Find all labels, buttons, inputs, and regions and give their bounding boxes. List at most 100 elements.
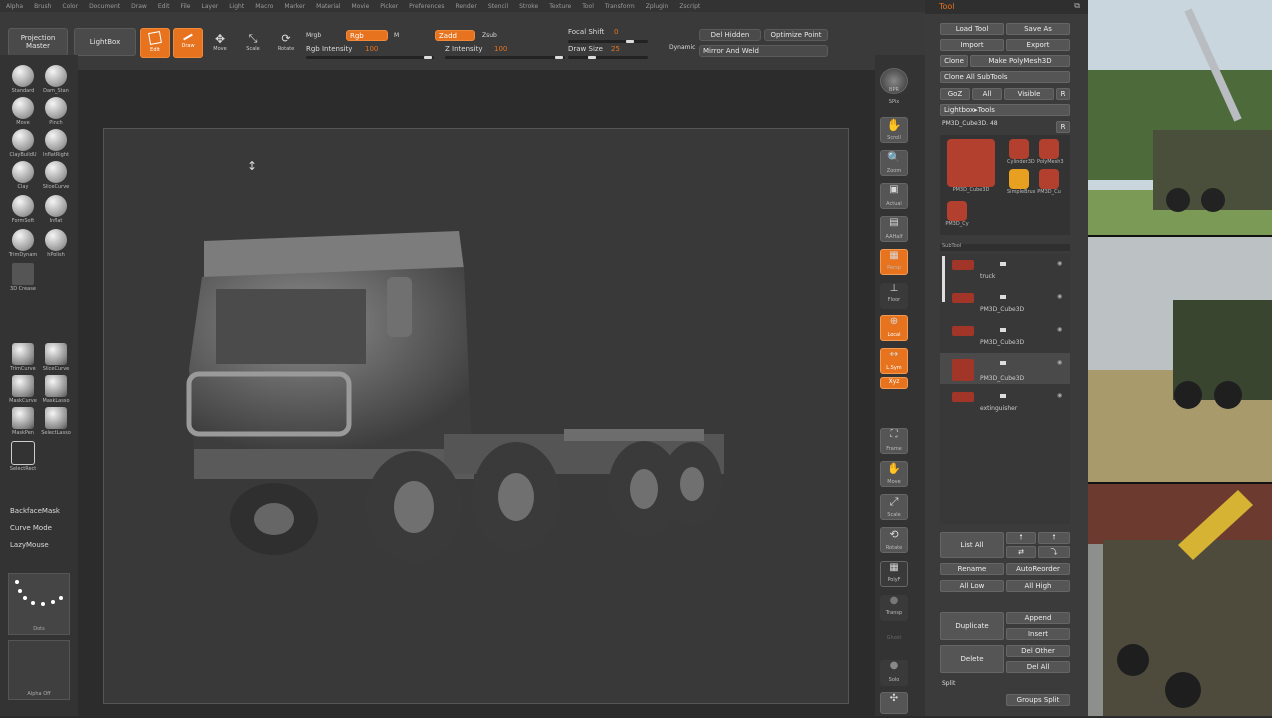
tool-thumbnail-1[interactable]: Cylinder3D bbox=[1007, 139, 1035, 171]
tool-selectlasso[interactable]: SelectLasso bbox=[41, 407, 71, 436]
lazymouse-toggle[interactable]: LazyMouse bbox=[10, 541, 49, 549]
rotate-button[interactable]: ⟳ Rotate bbox=[273, 32, 299, 58]
brush-inflat[interactable]: Inflat bbox=[41, 195, 71, 224]
tool-selectrect[interactable]: SelectRect bbox=[8, 441, 38, 472]
subtool-row[interactable]: ◉ PM3D_Cube3D bbox=[940, 353, 1070, 384]
brush-claybuildu[interactable]: ClayBuildU bbox=[8, 129, 38, 158]
tool-maskpen[interactable]: MaskPen bbox=[8, 407, 38, 436]
goz-visible-button[interactable]: Visible bbox=[1004, 88, 1054, 100]
projection-master-button[interactable]: Projection Master bbox=[8, 28, 68, 56]
menu-item-preferences[interactable]: Preferences bbox=[409, 3, 444, 10]
m-button[interactable]: M bbox=[394, 32, 399, 39]
split-section-label[interactable]: Split bbox=[942, 680, 955, 687]
groups-split-button[interactable]: Groups Split bbox=[1006, 694, 1070, 706]
goz-r-button[interactable]: R bbox=[1056, 88, 1070, 100]
dynamic-button[interactable]: Dynamic bbox=[669, 44, 695, 51]
floor-button[interactable]: ⊥ bbox=[880, 283, 908, 309]
make-polymesh-button[interactable]: Make PolyMesh3D bbox=[970, 55, 1070, 67]
transp-button[interactable]: ● bbox=[880, 595, 908, 621]
all-low-button[interactable]: All Low bbox=[940, 580, 1004, 592]
del-hidden-button[interactable]: Del Hidden bbox=[699, 29, 761, 41]
menu-item-movie[interactable]: Movie bbox=[352, 3, 370, 10]
brush-standard[interactable]: Standard bbox=[8, 65, 38, 94]
curve-mode-toggle[interactable]: Curve Mode bbox=[10, 524, 52, 532]
move-button[interactable]: ✥ Move bbox=[207, 32, 233, 58]
tool-r-button[interactable]: R bbox=[1056, 121, 1070, 133]
mrgb-button[interactable]: Mrgb bbox=[306, 32, 321, 39]
visibility-eye-icon[interactable]: ◉ bbox=[1057, 293, 1062, 300]
visibility-eye-icon[interactable]: ◉ bbox=[1057, 326, 1062, 333]
lightbox-button[interactable]: LightBox bbox=[74, 28, 136, 56]
visibility-eye-icon[interactable]: ◉ bbox=[1057, 359, 1062, 366]
menu-item-transform[interactable]: Transform bbox=[605, 3, 635, 10]
brush-move[interactable]: Move bbox=[8, 97, 38, 126]
menu-item-alpha[interactable]: Alpha bbox=[6, 3, 23, 10]
append-button[interactable]: Append bbox=[1006, 612, 1070, 624]
document-canvas[interactable]: ↕ bbox=[103, 128, 849, 704]
brush-slicecurve[interactable]: SliceCurve bbox=[41, 161, 71, 190]
del-all-button[interactable]: Del All bbox=[1006, 661, 1070, 673]
menu-item-tool[interactable]: Tool bbox=[582, 3, 594, 10]
move-top-button[interactable]: 🠕 bbox=[1038, 532, 1070, 544]
tool-thumbnail-4[interactable]: PM3D_Cu bbox=[1037, 169, 1061, 201]
subtool-slider[interactable] bbox=[1000, 361, 1006, 365]
stroke-preview[interactable]: Dots bbox=[8, 573, 70, 635]
load-tool-button[interactable]: Load Tool bbox=[940, 23, 1004, 35]
alpha-preview[interactable]: Alpha Off bbox=[8, 640, 70, 700]
menu-item-edit[interactable]: Edit bbox=[158, 3, 170, 10]
brush-pinch[interactable]: Pinch bbox=[41, 97, 71, 126]
tool-thumbnail-5[interactable]: PM3D_Cy bbox=[945, 201, 969, 233]
scale-button[interactable]: ⤡ Scale bbox=[240, 32, 266, 58]
subtool-row[interactable]: ◉ truck bbox=[940, 254, 1070, 285]
brush-trimdynam[interactable]: TrimDynam bbox=[8, 229, 38, 258]
menu-item-render[interactable]: Render bbox=[455, 3, 476, 10]
subtool-header[interactable]: SubTool bbox=[940, 243, 1070, 251]
menu-item-layer[interactable]: Layer bbox=[202, 3, 219, 10]
visibility-eye-icon[interactable]: ◉ bbox=[1057, 260, 1062, 267]
brush-clay[interactable]: Clay bbox=[8, 161, 38, 190]
menu-item-draw[interactable]: Draw bbox=[131, 3, 147, 10]
menu-item-file[interactable]: File bbox=[180, 3, 190, 10]
tool-maskcurve[interactable]: MaskCurve bbox=[8, 375, 38, 404]
lightbox-tools-button[interactable]: Lightbox▸Tools bbox=[940, 104, 1070, 116]
delete-button[interactable]: Delete bbox=[940, 645, 1004, 673]
insert-button[interactable]: Insert bbox=[1006, 628, 1070, 640]
menu-item-texture[interactable]: Texture bbox=[549, 3, 571, 10]
export-button[interactable]: Export bbox=[1006, 39, 1070, 51]
menu-item-macro[interactable]: Macro bbox=[255, 3, 273, 10]
clone-all-subtools-button[interactable]: Clone All SubTools bbox=[940, 71, 1070, 83]
subtool-slider[interactable] bbox=[1000, 262, 1006, 266]
xyz-button[interactable]: Xyz bbox=[880, 377, 908, 389]
tool-thumbnail-2[interactable]: PolyMesh3 bbox=[1037, 139, 1064, 171]
draw-button[interactable]: Draw bbox=[173, 28, 203, 58]
zsub-button[interactable]: Zsub bbox=[482, 32, 497, 39]
menu-item-document[interactable]: Document bbox=[89, 3, 120, 10]
tool-masklasso[interactable]: MaskLasso bbox=[41, 375, 71, 404]
subtool-row[interactable]: ◉ extinguisher bbox=[940, 386, 1070, 417]
menu-item-stroke[interactable]: Stroke bbox=[519, 3, 538, 10]
edit-button[interactable]: Edit bbox=[140, 28, 170, 58]
import-button[interactable]: Import bbox=[940, 39, 1004, 51]
menu-item-brush[interactable]: Brush bbox=[34, 3, 51, 10]
truck-model[interactable] bbox=[104, 129, 848, 703]
menu-item-color[interactable]: Color bbox=[62, 3, 78, 10]
menu-item-zscript[interactable]: Zscript bbox=[679, 3, 700, 10]
subtool-slider[interactable] bbox=[1000, 328, 1006, 332]
menu-item-zplugin[interactable]: Zplugin bbox=[646, 3, 669, 10]
tool-thumbnail-3[interactable]: SimpleBrus bbox=[1007, 169, 1035, 201]
subtool-slider[interactable] bbox=[1000, 295, 1006, 299]
subtool-row[interactable]: ◉ PM3D_Cube3D bbox=[940, 287, 1070, 318]
subtool-scrollbar[interactable] bbox=[942, 256, 945, 302]
mirror-and-weld-button[interactable]: Mirror And Weld bbox=[699, 45, 828, 57]
move-bottom-button[interactable]: ⤵ bbox=[1038, 546, 1070, 558]
rgb-button[interactable]: Rgb bbox=[346, 30, 388, 41]
subtool-slider[interactable] bbox=[1000, 394, 1006, 398]
autoreorder-button[interactable]: AutoReorder bbox=[1006, 563, 1070, 575]
persp-button[interactable]: ▦ bbox=[880, 249, 908, 275]
polyf-button[interactable]: ▦ bbox=[880, 561, 908, 587]
subtool-row[interactable]: ◉ PM3D_Cube3D bbox=[940, 320, 1070, 351]
zadd-button[interactable]: Zadd bbox=[435, 30, 475, 41]
rgb-intensity-slider[interactable] bbox=[306, 56, 434, 59]
del-other-button[interactable]: Del Other bbox=[1006, 645, 1070, 657]
brush-hpolish[interactable]: hPolish bbox=[41, 229, 71, 258]
